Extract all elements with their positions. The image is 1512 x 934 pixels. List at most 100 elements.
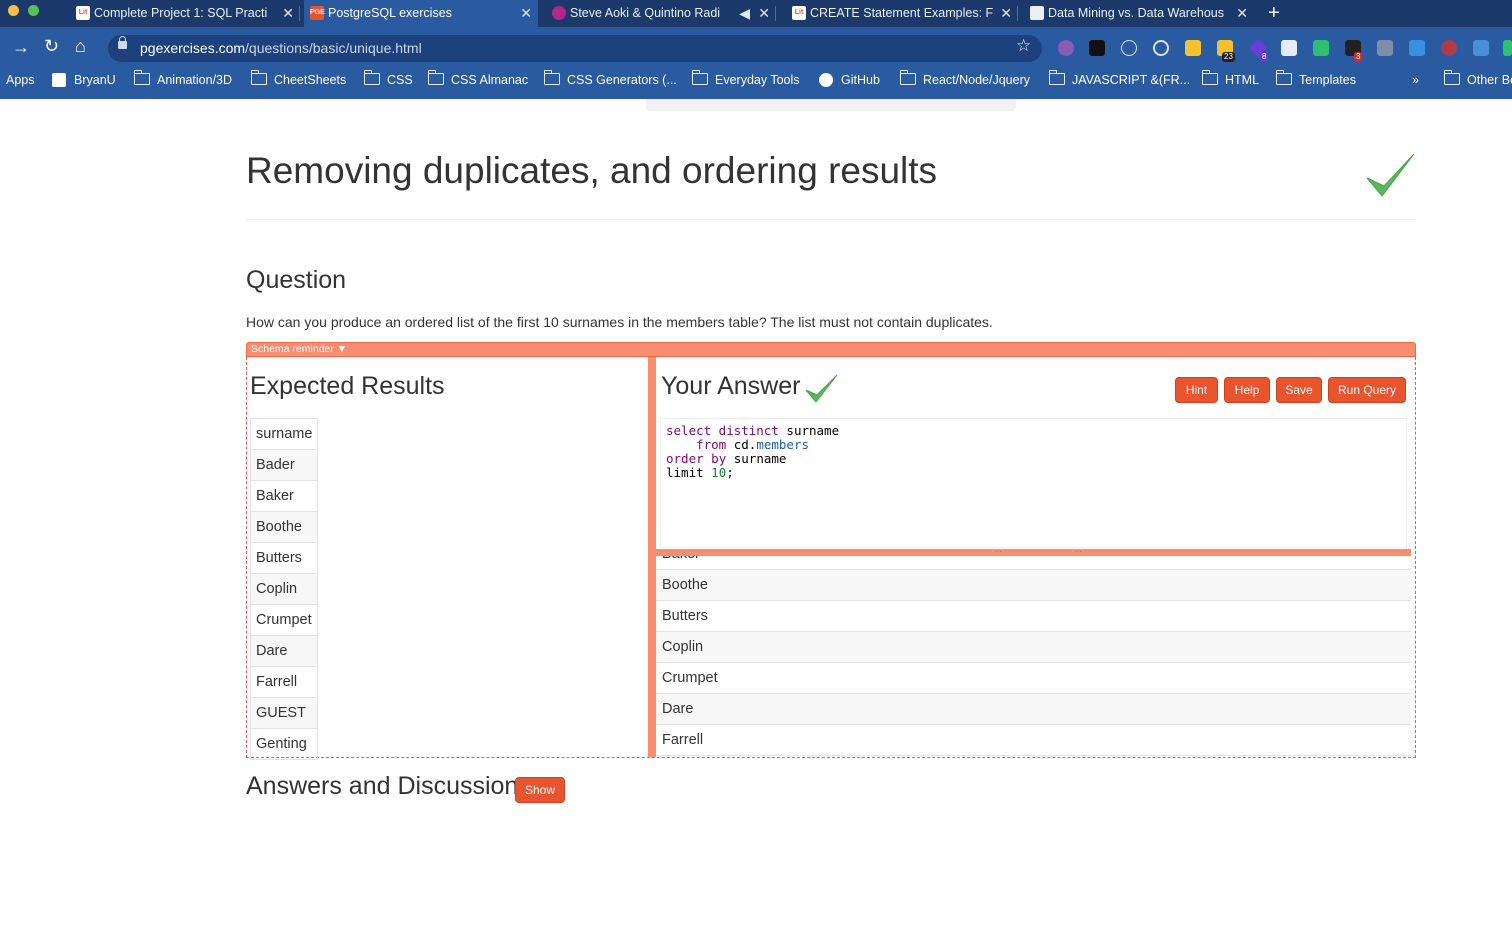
extension-css-icon[interactable] (1473, 40, 1489, 56)
bookmark-animation-3d[interactable]: Animation/3D (134, 70, 233, 88)
tab-postgresql-exercises[interactable]: PGE PostgreSQL exercises ✕ (304, 0, 538, 27)
sql-keyword: order (666, 451, 704, 466)
tab-close-icon[interactable]: ✕ (282, 0, 294, 26)
bookmarks-overflow-chevron[interactable]: » (1412, 72, 1419, 88)
save-button[interactable]: Save (1276, 377, 1322, 403)
tab-close-icon[interactable]: ✕ (758, 0, 770, 26)
url-host: pgexercises.com (140, 40, 246, 56)
bookmark-other-bookmarks[interactable]: Other Bo (1444, 70, 1512, 88)
bookmark-bryanu[interactable]: BryanU (52, 72, 116, 88)
schema-reminder-toggle[interactable]: Schema reminder ▼ (246, 342, 1416, 357)
bookmark-javascript[interactable]: JAVASCRIPT &(FR... (1049, 70, 1191, 88)
bookmark-label: CheetSheets (274, 73, 347, 87)
folder-icon (134, 70, 150, 85)
extension-green-icon[interactable] (1503, 40, 1512, 56)
table-row: GUEST (249, 697, 319, 729)
bookmark-css-almanac[interactable]: CSS Almanac (428, 70, 528, 88)
sql-table-name: members (756, 437, 810, 452)
title-divider (246, 219, 1416, 220)
extension-badge: 3 (1354, 52, 1363, 62)
extension-arrow-icon[interactable] (1313, 40, 1329, 56)
folder-icon (900, 70, 916, 85)
bookmark-templates[interactable]: Templates (1276, 70, 1356, 88)
bookmark-label: Everyday Tools (715, 73, 800, 87)
reload-icon[interactable]: ↻ (44, 36, 59, 57)
bookmark-label: JAVASCRIPT &(FR... (1072, 73, 1191, 87)
table-row: Butters (249, 542, 319, 574)
table-row: Baker (249, 480, 319, 512)
bookmark-label: BryanU (74, 73, 116, 87)
extension-react-icon[interactable] (1121, 40, 1137, 56)
folder-icon (364, 70, 380, 85)
window-zoom-button[interactable] (28, 5, 39, 16)
sql-keyword: from (696, 437, 727, 452)
new-tab-plus-icon[interactable]: + (1268, 0, 1280, 26)
tab-sql-practice[interactable]: Lit Complete Project 1: SQL Practi ✕ (70, 0, 300, 27)
hint-button[interactable]: Hint (1175, 377, 1218, 403)
tab-title: PostgreSQL exercises (328, 6, 452, 20)
extension-puzzle-icon[interactable] (1377, 40, 1393, 56)
table-cell: Farrell (656, 724, 1411, 756)
table-row: Dare (249, 635, 319, 667)
bookmark-css[interactable]: CSS (364, 70, 413, 88)
lit-favicon-icon: Lit (792, 6, 806, 20)
table-cell: Boothe (249, 511, 319, 543)
tab-create-statement[interactable]: Lit CREATE Statement Examples: F ✕ (786, 0, 1018, 27)
completed-check-icon (1366, 153, 1415, 197)
horizontal-splitter-handle[interactable] (656, 549, 1411, 556)
query-results-panel[interactable]: Baker Boothe Butters Coplin Crumpet Dare… (656, 556, 1411, 757)
bookmark-react-node-jquery[interactable]: React/Node/Jquery (900, 70, 1031, 88)
forward-arrow-icon[interactable]: → (12, 37, 30, 58)
tab-data-mining[interactable]: Data Mining vs. Data Warehous ✕ (1024, 0, 1254, 27)
bookmark-html[interactable]: HTML (1202, 70, 1260, 88)
answer-correct-check-icon (805, 374, 838, 403)
extension-target-icon[interactable] (1153, 40, 1169, 56)
lock-icon[interactable] (118, 36, 127, 49)
help-button[interactable]: Help (1224, 377, 1270, 403)
table-row: Boothe (656, 569, 1411, 601)
tab-close-icon[interactable]: ✕ (520, 0, 532, 26)
bookmark-label: Animation/3D (157, 73, 233, 87)
bookmark-cheetsheets[interactable]: CheetSheets (251, 70, 347, 88)
bookmark-everyday-tools[interactable]: Everyday Tools (692, 70, 800, 88)
bookmark-label: CSS Generators (... (567, 73, 677, 87)
bookmark-label: HTML (1225, 73, 1260, 87)
table-cell: Farrell (249, 666, 319, 698)
bookmark-star-icon[interactable]: ☆ (1016, 36, 1031, 56)
run-query-button[interactable]: Run Query (1328, 377, 1406, 403)
tab-close-icon[interactable]: ✕ (1236, 0, 1248, 26)
bookmark-github[interactable]: GitHub (819, 72, 880, 88)
table-row: Genting (249, 728, 319, 760)
vertical-splitter-handle[interactable] (648, 357, 656, 757)
tab-audio-icon[interactable]: ◀︎ (739, 0, 750, 26)
bookmark-css-generators[interactable]: CSS Generators (... (544, 70, 677, 88)
table-cell: Dare (656, 693, 1411, 725)
table-cell: Baker (656, 556, 1411, 570)
extension-record-icon[interactable] (1441, 40, 1457, 56)
table-row: Baker (656, 556, 1411, 570)
table-cell: Bader (249, 449, 319, 481)
home-icon[interactable]: ⌂ (75, 36, 86, 57)
tab-steve-aoki[interactable]: Steve Aoki & Quintino Radi ◀︎ ✕ (546, 0, 776, 27)
tab-title: CREATE Statement Examples: F (810, 6, 994, 20)
show-discussion-button[interactable]: Show (515, 777, 565, 803)
splitter-grip-icon[interactable]: ··· (1074, 548, 1082, 556)
extension-notion-icon[interactable] (1409, 40, 1425, 56)
bookmark-apps[interactable]: Apps (6, 72, 35, 88)
tab-close-icon[interactable]: ✕ (1000, 0, 1012, 26)
extension-badge: 23 (1222, 52, 1235, 62)
extension-copy-icon[interactable] (1281, 40, 1297, 56)
bookmark-label: Templates (1299, 73, 1356, 87)
extension-checkbox-icon[interactable] (1089, 40, 1105, 56)
url-text[interactable]: pgexercises.com/questions/basic/unique.h… (140, 40, 422, 56)
extension-note-icon[interactable] (1185, 40, 1201, 56)
table-row: Coplin (249, 573, 319, 605)
window-close-button[interactable] (8, 5, 19, 16)
bookmark-label: GitHub (841, 73, 880, 87)
table-row: Coplin (656, 631, 1411, 663)
splitter-grip-icon[interactable]: ··· (994, 548, 1002, 556)
extension-circle-icon[interactable] (1058, 40, 1074, 56)
sql-number: 10 (711, 465, 727, 480)
sql-query-text[interactable]: select distinct surname from cd.members … (666, 424, 839, 480)
bookmark-label: React/Node/Jquery (923, 73, 1031, 87)
